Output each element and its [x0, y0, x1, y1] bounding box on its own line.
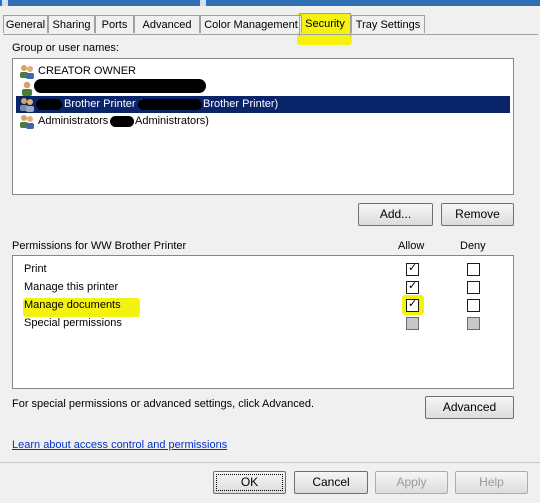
help-button[interactable]: Help [455, 471, 528, 494]
check-icon: ✓ [408, 262, 418, 274]
permission-row-manage-printer: Manage this printer ✓ [13, 279, 513, 297]
tab-color-management[interactable]: Color Management [200, 15, 302, 33]
permission-label: Special permissions [24, 317, 122, 329]
list-item-label-suffix: Brother Printer) [203, 98, 279, 110]
users-icon [20, 65, 34, 79]
permission-row-special: Special permissions [13, 315, 513, 333]
permission-label: Print [24, 263, 47, 275]
manage-printer-deny-checkbox[interactable] [467, 281, 480, 294]
redaction-mark [34, 79, 206, 93]
permissions-list: Print ✓ Manage this printer ✓ Manage doc… [12, 255, 514, 389]
manage-documents-allow-checkbox[interactable]: ✓ [406, 298, 419, 312]
footer-separator [0, 462, 540, 463]
advanced-hint-text: For special permissions or advanced sett… [12, 398, 315, 410]
group-users-heading: Group or user names: [12, 42, 119, 54]
redaction-mark [138, 99, 202, 110]
tab-panel-border [3, 34, 538, 35]
access-control-help-link[interactable]: Learn about access control and permissio… [12, 439, 227, 451]
list-item-label-suffix: Administrators) [135, 115, 209, 127]
tab-tray-settings[interactable]: Tray Settings [351, 15, 425, 33]
manage-printer-allow-checkbox[interactable]: ✓ [406, 280, 419, 294]
deny-column-header: Deny [460, 240, 486, 252]
group-users-list[interactable]: CREATOR OWNER Brother Printer ( Brother … [12, 58, 514, 195]
list-item-redacted-user[interactable] [16, 79, 510, 97]
manage-documents-deny-checkbox[interactable] [467, 299, 480, 312]
titlebar-gap [200, 0, 206, 6]
special-allow-checkbox [406, 317, 419, 330]
users-icon [20, 115, 34, 129]
user-icon [22, 81, 32, 96]
redaction-mark [110, 116, 134, 127]
tab-security[interactable]: Security [299, 13, 351, 36]
special-deny-checkbox [467, 317, 480, 330]
list-item-label: Brother Printer ( [64, 98, 143, 110]
redaction-mark [36, 99, 62, 110]
tab-ports[interactable]: Ports [95, 15, 134, 33]
ok-button[interactable]: OK [213, 471, 286, 494]
permission-row-manage-documents: Manage documents ✓ [13, 297, 513, 315]
tab-advanced[interactable]: Advanced [134, 15, 200, 33]
users-icon [20, 98, 34, 112]
check-icon: ✓ [408, 298, 418, 310]
permission-label: Manage documents [24, 299, 121, 311]
permission-row-print: Print ✓ [13, 261, 513, 279]
add-button[interactable]: Add... [358, 203, 433, 226]
allow-column-header: Allow [398, 240, 425, 252]
tab-general[interactable]: General [3, 15, 48, 33]
list-item-administrators[interactable]: Administrators Administrators) [16, 113, 510, 130]
print-allow-checkbox[interactable]: ✓ [406, 262, 419, 276]
list-item-label: Administrators [38, 115, 109, 127]
tab-sharing[interactable]: Sharing [48, 15, 95, 33]
list-item-label: CREATOR OWNER [38, 65, 136, 77]
titlebar-corner-left [2, 0, 8, 6]
list-item-brother-printer[interactable]: Brother Printer ( Brother Printer) [16, 96, 510, 113]
check-icon: ✓ [408, 280, 418, 292]
permission-label: Manage this printer [24, 281, 119, 293]
remove-button[interactable]: Remove [441, 203, 514, 226]
advanced-button[interactable]: Advanced [425, 396, 514, 419]
apply-button[interactable]: Apply [375, 471, 448, 494]
permissions-heading: Permissions for WW Brother Printer [12, 240, 187, 252]
print-deny-checkbox[interactable] [467, 263, 480, 276]
list-item-creator-owner[interactable]: CREATOR OWNER [16, 63, 510, 80]
window-titlebar-strip [0, 0, 540, 6]
cancel-button[interactable]: Cancel [294, 471, 368, 494]
